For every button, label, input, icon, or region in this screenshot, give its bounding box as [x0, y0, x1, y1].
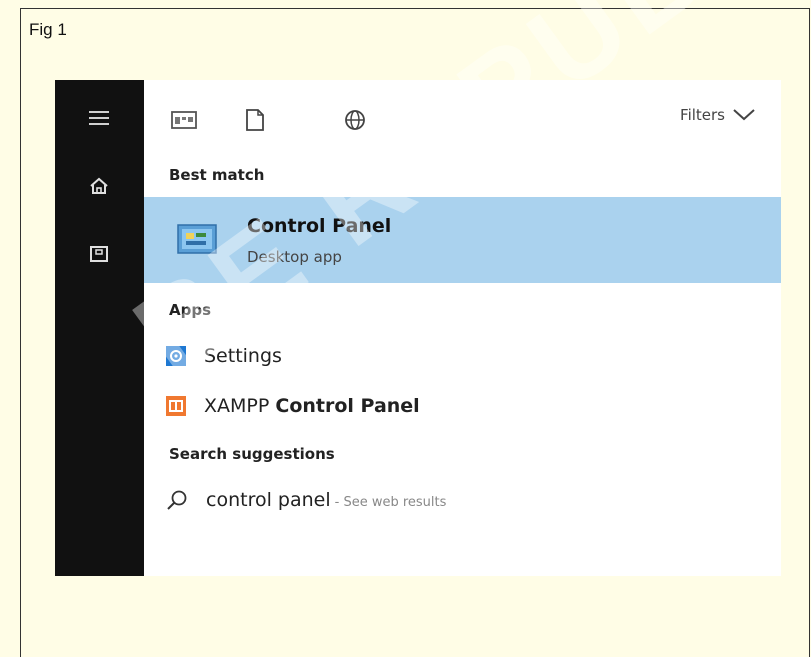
best-match-subtitle: Desktop app: [247, 248, 342, 266]
app-result-xampp[interactable]: XAMPP Control Panel: [166, 389, 781, 423]
apps-header: Apps: [169, 301, 212, 319]
figure-label: Fig 1: [29, 20, 67, 39]
app-label-settings: Settings: [204, 345, 282, 367]
home-icon: [90, 177, 108, 194]
home-button[interactable]: [79, 166, 119, 206]
control-panel-icon: [177, 224, 217, 254]
best-match-result[interactable]: Control Panel Desktop app: [144, 197, 781, 283]
web-search-suggestion[interactable]: control panel - See web results: [166, 483, 446, 517]
results-area: Filters Best match Control Panel Desktop…: [144, 80, 781, 576]
left-rail: [55, 80, 144, 576]
apps-icon: [171, 111, 197, 129]
suggestion-query: control panel: [206, 489, 331, 511]
filters-dropdown[interactable]: Filters: [680, 106, 755, 124]
document-icon: [246, 109, 264, 131]
app-label-xampp-match: Control Panel: [275, 395, 420, 417]
documents-button[interactable]: [79, 234, 119, 274]
best-match-header: Best match: [169, 166, 265, 184]
search-suggestions-header: Search suggestions: [169, 445, 335, 463]
web-icon: [345, 110, 365, 130]
start-search-panel: Filters Best match Control Panel Desktop…: [55, 80, 781, 576]
menu-button[interactable]: [79, 98, 119, 138]
filters-label: Filters: [680, 106, 725, 124]
app-label-xampp: XAMPP Control Panel: [204, 395, 420, 417]
suggestion-hint: - See web results: [334, 495, 447, 510]
documents-filter-button[interactable]: [235, 102, 275, 138]
documents-icon: [90, 246, 108, 262]
xampp-icon: [166, 396, 186, 416]
apps-filter-button[interactable]: [164, 102, 204, 138]
app-label-xampp-prefix: XAMPP: [204, 395, 276, 417]
app-result-settings[interactable]: Settings: [166, 339, 781, 373]
web-filter-button[interactable]: [335, 102, 375, 138]
menu-icon: [89, 111, 109, 125]
search-icon: [167, 490, 187, 510]
chevron-down-icon: [733, 109, 755, 121]
best-match-title: Control Panel: [247, 215, 392, 237]
settings-icon: [166, 346, 186, 366]
